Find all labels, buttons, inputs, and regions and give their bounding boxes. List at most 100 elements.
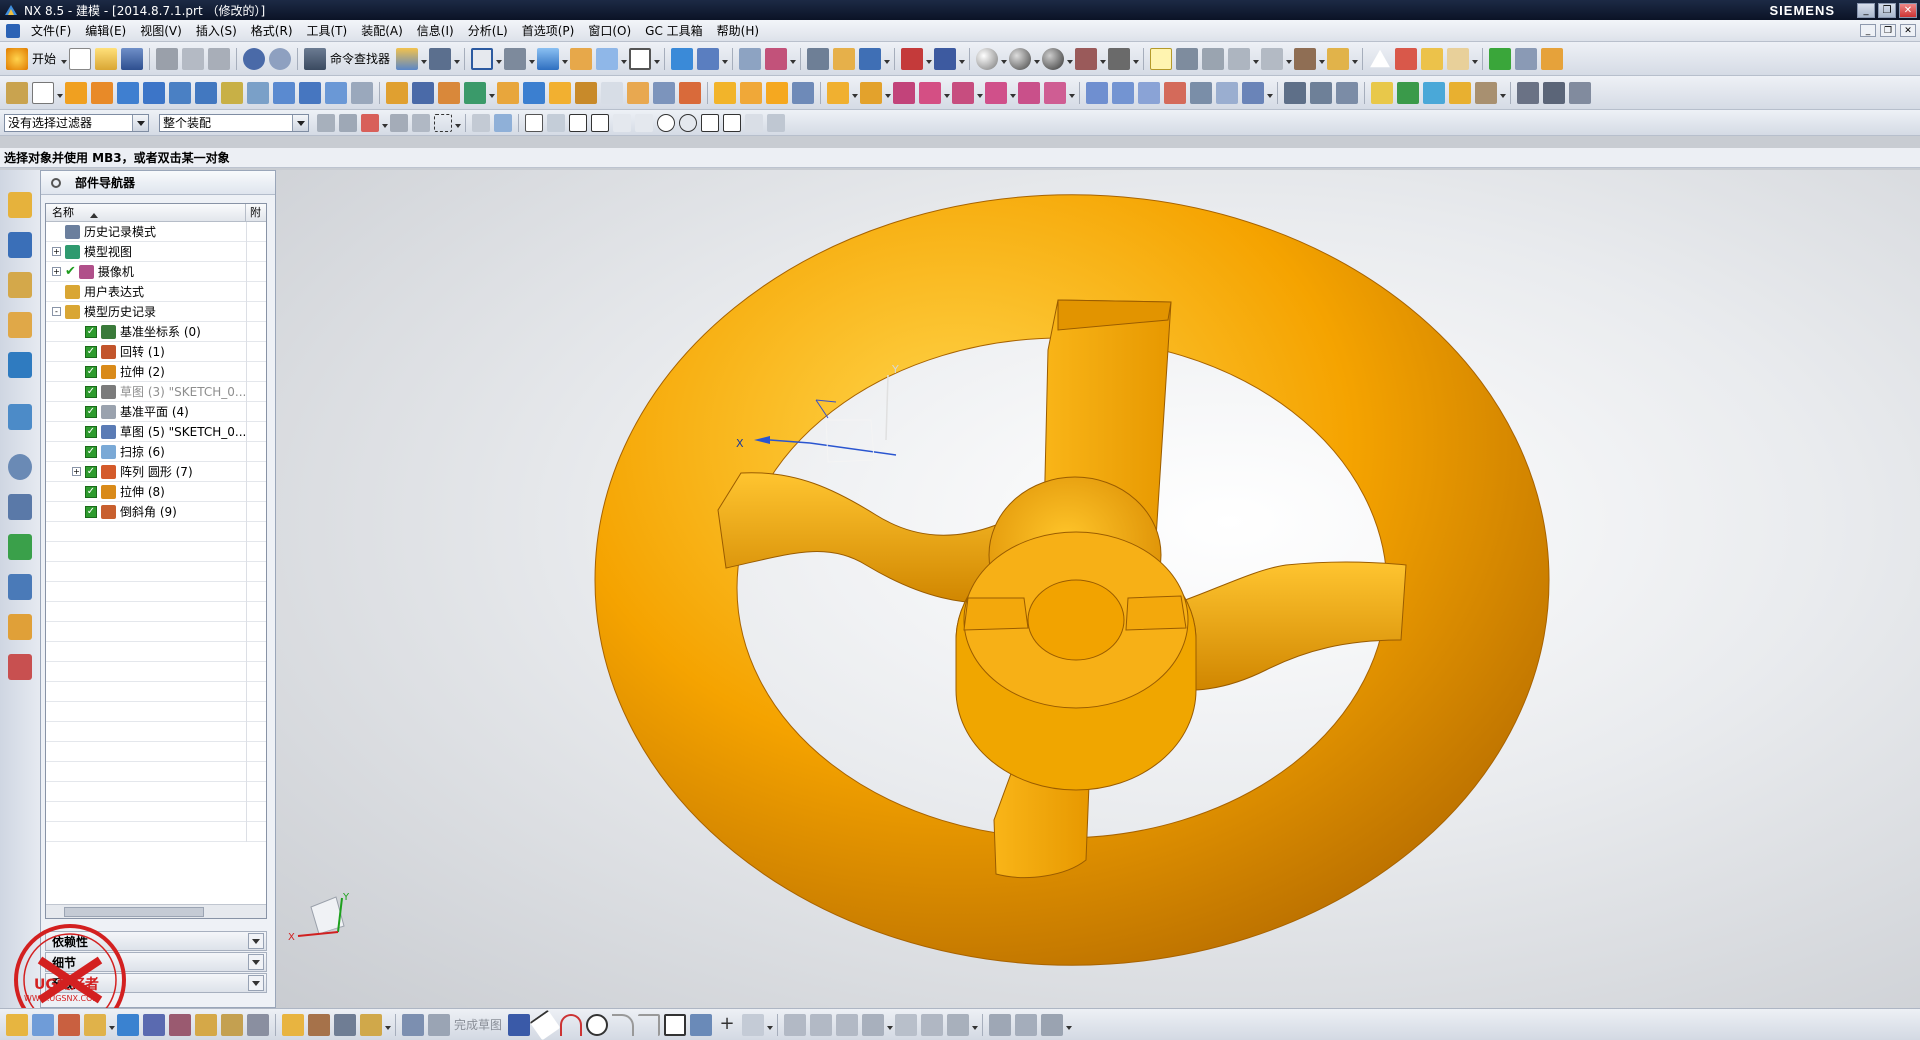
column-name[interactable]: 名称 (46, 204, 246, 221)
offset-dropdown[interactable] (976, 82, 983, 104)
finish-sketch-icon[interactable] (402, 1013, 424, 1036)
model-view[interactable]: X Y Y X (276, 170, 1920, 1008)
shade-dropdown[interactable] (1000, 48, 1008, 70)
snap-bounded-grid-icon[interactable] (767, 113, 785, 132)
snap-end-icon[interactable] (339, 113, 357, 132)
slot-icon[interactable] (299, 81, 321, 104)
replace-face-icon[interactable] (860, 81, 882, 104)
spline-dropdown[interactable] (766, 1014, 774, 1036)
intersect-icon[interactable] (438, 81, 460, 104)
print-icon[interactable] (429, 47, 452, 70)
draft-icon[interactable] (575, 81, 597, 104)
thread-icon[interactable] (351, 81, 373, 104)
tree-node[interactable]: + 模型视图 (46, 242, 266, 262)
menu-file[interactable]: 文件(F) (24, 22, 78, 39)
fill-surface-icon[interactable] (1242, 81, 1264, 104)
hub-bore[interactable] (1027, 579, 1125, 661)
curve-icon[interactable] (84, 1013, 106, 1036)
menu-insert[interactable]: 插入(S) (189, 22, 244, 39)
tree-node[interactable]: ✓ 草图 (3) "SKETCH_0... (46, 382, 266, 402)
mesh-icon[interactable] (1138, 81, 1160, 104)
part-navigator-tab[interactable] (8, 272, 32, 298)
display-dropdown[interactable] (1499, 82, 1506, 104)
clip-icon[interactable] (282, 1013, 304, 1036)
copy-icon[interactable] (182, 47, 205, 70)
tree-node[interactable]: ✓ 基准平面 (4) (46, 402, 266, 422)
roles-tab[interactable] (8, 574, 32, 600)
update-icon[interactable] (247, 1013, 269, 1036)
fillet-icon[interactable] (612, 1013, 635, 1036)
rectangle-select-icon[interactable] (434, 113, 452, 132)
measure-angle-dropdown[interactable] (958, 48, 966, 70)
assembly-dropdown[interactable] (384, 1014, 391, 1036)
pattern-dropdown[interactable] (488, 82, 495, 104)
visibility-checkbox[interactable]: ✓ (85, 345, 97, 358)
chevron-down-icon[interactable] (248, 975, 264, 991)
menu-tools[interactable]: 工具(T) (300, 22, 355, 39)
rectangle-icon[interactable] (664, 1013, 687, 1036)
material-dropdown[interactable] (1099, 48, 1107, 70)
doc-close-button[interactable]: ✕ (1900, 24, 1916, 37)
binoculars-icon[interactable] (304, 47, 327, 70)
unite-icon[interactable] (386, 81, 408, 104)
snap-tangent-icon[interactable] (613, 113, 631, 132)
snap-center-icon[interactable] (657, 113, 675, 132)
snap-dropdown[interactable] (789, 48, 797, 70)
cylinder-icon[interactable] (143, 81, 165, 104)
cone-icon[interactable] (169, 81, 191, 104)
visibility-checkbox[interactable]: ✓ (85, 365, 97, 378)
measure-dropdown[interactable] (925, 48, 933, 70)
key-dropdown[interactable] (1351, 48, 1359, 70)
fit-view-icon[interactable] (471, 47, 494, 70)
sketch-icon[interactable] (6, 81, 28, 104)
through-curves-icon[interactable] (1112, 81, 1134, 104)
new-file-icon[interactable] (69, 47, 92, 70)
tree-node[interactable]: ✓ 倒斜角 (9) (46, 502, 266, 522)
collapse-icon[interactable]: - (52, 307, 61, 316)
n-sided-icon[interactable] (1164, 81, 1186, 104)
shaded-view-icon[interactable] (537, 47, 560, 70)
chamfer-icon[interactable] (523, 81, 545, 104)
extrude-icon[interactable] (65, 81, 87, 104)
snap-on-curve-icon[interactable] (723, 113, 741, 132)
photo-icon[interactable] (1421, 47, 1444, 70)
block-icon[interactable] (117, 81, 139, 104)
system-scene-tab[interactable] (8, 614, 32, 640)
view-orient-dropdown[interactable] (420, 48, 428, 70)
move-object-icon[interactable] (807, 47, 830, 70)
quick-extend-icon[interactable] (810, 1013, 833, 1036)
tree-node[interactable]: + ✓ 阵列 圆形 (7) (46, 462, 266, 482)
groove-icon[interactable] (325, 81, 347, 104)
copy-face-icon[interactable] (1018, 81, 1040, 104)
show-all-icon[interactable] (1423, 81, 1445, 104)
mirror-icon[interactable] (792, 81, 814, 104)
shell-icon[interactable] (549, 81, 571, 104)
mirror-curve-icon[interactable] (895, 1013, 918, 1036)
offset-curve-dropdown[interactable] (886, 1014, 894, 1036)
offset-region-icon[interactable] (952, 81, 974, 104)
die-icon[interactable] (1543, 81, 1565, 104)
project-dropdown[interactable] (971, 1014, 979, 1036)
tree-node[interactable]: 历史记录模式 (46, 222, 266, 242)
layer-icon[interactable] (596, 47, 619, 70)
redo-icon[interactable] (269, 47, 292, 70)
snap-control-icon[interactable] (390, 113, 408, 132)
assembly-navigator-tab[interactable] (8, 192, 32, 218)
start-button[interactable]: 开始 (32, 50, 56, 67)
background-dropdown[interactable] (653, 48, 661, 70)
section-dropdown[interactable] (721, 48, 729, 70)
snap-quadrant-icon[interactable] (679, 113, 697, 132)
tree-node[interactable]: ✓ 拉伸 (2) (46, 362, 266, 382)
list-icon[interactable] (1541, 47, 1564, 70)
minimize-button[interactable]: _ (1857, 2, 1875, 18)
grid-icon[interactable] (1261, 47, 1284, 70)
measure-angle-icon[interactable] (934, 47, 957, 70)
select-bodies-icon[interactable] (494, 113, 512, 132)
measure-distance-icon[interactable] (901, 47, 924, 70)
palette-tab[interactable] (8, 654, 32, 680)
tree-node[interactable]: ✓ 拉伸 (8) (46, 482, 266, 502)
section-icon[interactable] (697, 47, 720, 70)
tree-horizontal-scrollbar[interactable] (46, 904, 266, 918)
menu-window[interactable]: 窗口(O) (581, 22, 638, 39)
move-face-dropdown[interactable] (1068, 82, 1075, 104)
